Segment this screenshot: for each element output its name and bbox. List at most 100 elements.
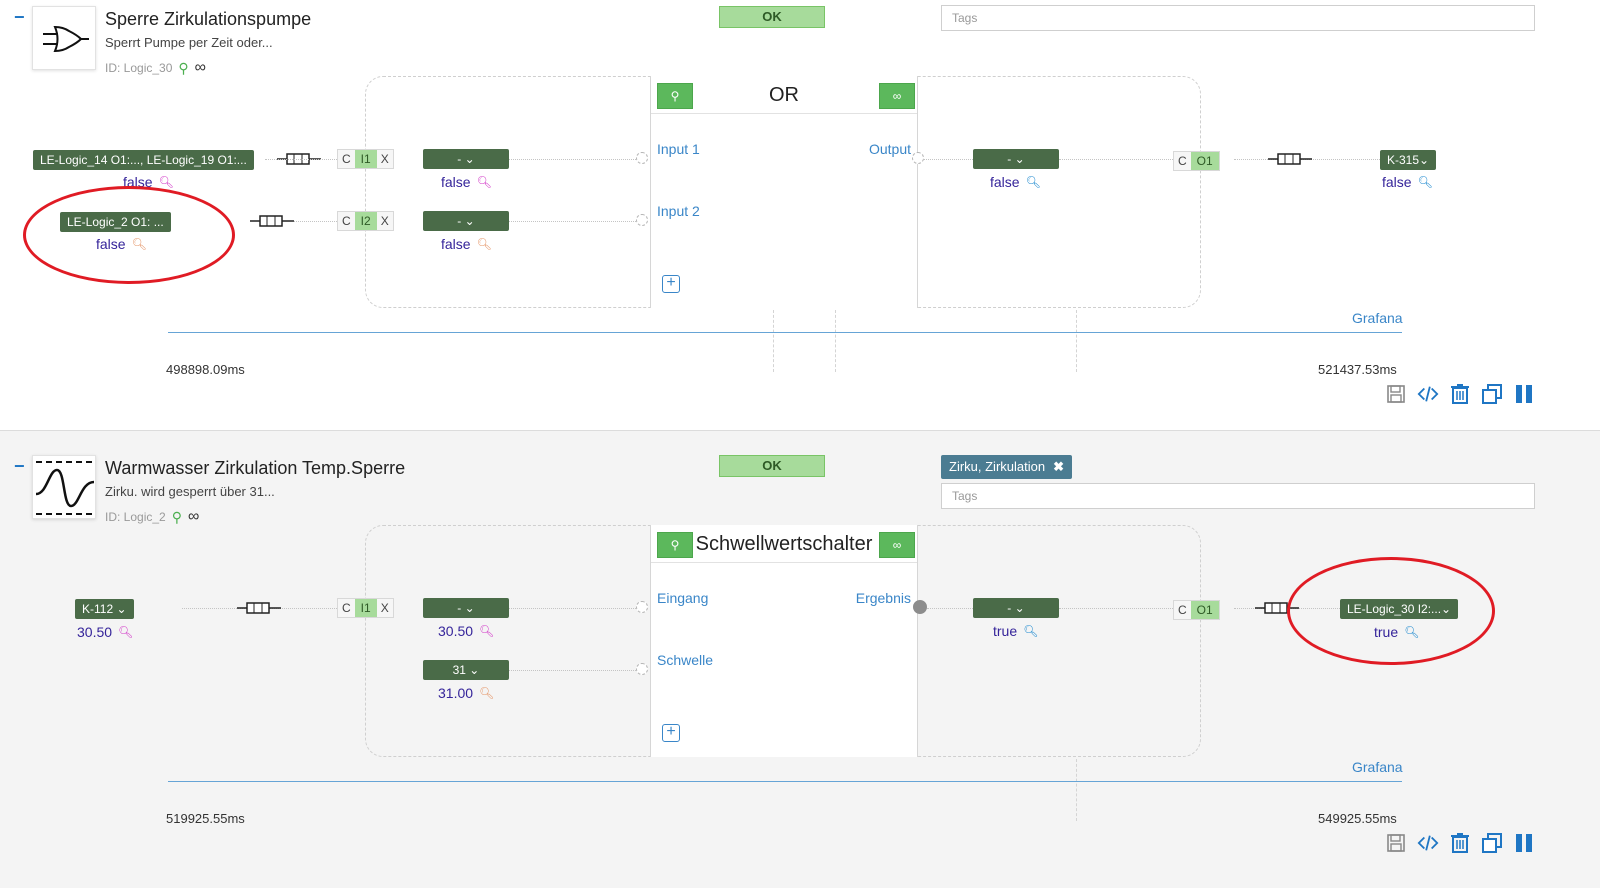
save-icon[interactable]: [1385, 383, 1407, 405]
input-mode-value-2: false 🔍︎: [441, 236, 492, 252]
code-icon[interactable]: [1417, 383, 1439, 405]
value-text: 30.50: [438, 623, 474, 639]
stethoscope-icon[interactable]: ⚲: [172, 509, 182, 526]
logic-core: ⚲ Schwellwertschalter ∞ Eingang Schwelle…: [650, 525, 918, 757]
save-icon[interactable]: [1385, 832, 1407, 854]
zoom-icon[interactable]: 🔍︎: [479, 686, 494, 700]
input-mode-select-1[interactable]: - ⌄: [423, 149, 509, 169]
output-port-label: O1: [1190, 152, 1219, 170]
grafana-link[interactable]: Grafana: [1352, 759, 1403, 775]
input-config-1[interactable]: C I1 X: [337, 598, 394, 618]
output-target-select[interactable]: K-315⌄: [1380, 150, 1437, 170]
output-mode-value: true 🔍︎: [993, 623, 1038, 639]
input-label-1: Input 1: [657, 141, 700, 157]
output-mode-value: false 🔍︎: [990, 174, 1041, 190]
output-config[interactable]: C O1: [1173, 151, 1220, 171]
pause-icon[interactable]: [1513, 383, 1535, 405]
collapse-button[interactable]: −: [14, 457, 25, 475]
add-input-button[interactable]: +: [662, 275, 680, 293]
zoom-icon[interactable]: 🔍︎: [477, 175, 492, 189]
output-config[interactable]: C O1: [1173, 600, 1220, 620]
input-source-select-1[interactable]: K-112 ⌄: [75, 599, 134, 619]
zoom-icon[interactable]: 🔍︎: [159, 175, 174, 189]
output-port[interactable]: [912, 152, 924, 164]
output-port[interactable]: [913, 600, 927, 614]
block-title: Warmwasser Zirkulation Temp.Sperre: [105, 458, 406, 478]
collapse-button[interactable]: −: [14, 8, 25, 26]
stethoscope-icon[interactable]: ⚲: [178, 60, 188, 77]
block-icon-box: [32, 6, 96, 70]
output-target-value: false 🔍︎: [1382, 174, 1433, 190]
tag-chip-label: Zirku, Zirkulation: [949, 459, 1046, 474]
input-prefix: C: [342, 601, 351, 615]
input-port-1[interactable]: [636, 152, 648, 164]
input-remove[interactable]: X: [377, 599, 393, 617]
loop-button[interactable]: ∞: [879, 532, 915, 558]
close-icon[interactable]: ✖: [1053, 459, 1064, 474]
input-mode-select-2[interactable]: - ⌄: [423, 211, 509, 231]
input-port-2[interactable]: [636, 214, 648, 226]
input-source-select-1[interactable]: LE-Logic_14 O1:..., LE-Logic_19 O1:...: [33, 150, 254, 170]
input-mode-value-1: false 🔍︎: [441, 174, 492, 190]
trash-icon[interactable]: [1449, 383, 1471, 405]
zoom-icon[interactable]: 🔍︎: [479, 624, 494, 638]
zoom-icon[interactable]: 🔍︎: [1418, 175, 1433, 189]
logic-type-title: Schwellwertschalter: [695, 533, 873, 555]
value-text: 30.50: [77, 624, 113, 640]
value-text: false: [441, 236, 471, 252]
input-port-2[interactable]: [636, 663, 648, 675]
zoom-icon[interactable]: 🔍︎: [477, 237, 492, 251]
threshold-icon: [35, 461, 95, 515]
block-id-label: ID: Logic_2: [105, 510, 166, 524]
input-config-1[interactable]: C I1 X: [337, 149, 394, 169]
input-remove[interactable]: X: [377, 150, 393, 168]
zoom-icon[interactable]: 🔍︎: [1023, 624, 1038, 638]
logic-core: ⚲ OR ∞ Input 1 Input 2 Output +: [650, 76, 918, 308]
input-mode-select-1[interactable]: - ⌄: [423, 598, 509, 618]
block-title: Sperre Zirkulationspumpe: [105, 9, 312, 29]
grafana-link[interactable]: Grafana: [1352, 310, 1403, 326]
copy-icon[interactable]: [1481, 383, 1503, 405]
connector-icon: [1268, 153, 1312, 165]
output-prefix: C: [1178, 154, 1187, 168]
infinity-icon[interactable]: ∞: [195, 59, 206, 77]
input-port-1[interactable]: [636, 601, 648, 613]
highlight-ellipse-target: [1287, 557, 1495, 665]
time-start: 498898.09ms: [166, 362, 245, 377]
loop-button[interactable]: ∞: [879, 83, 915, 109]
connector-icon: [250, 215, 294, 227]
tags-input[interactable]: Tags: [941, 483, 1535, 509]
input-remove[interactable]: X: [377, 212, 393, 230]
output-mode-select[interactable]: - ⌄: [973, 149, 1059, 169]
block-description: Sperrt Pumpe per Zeit oder...: [105, 35, 273, 50]
code-icon[interactable]: [1417, 832, 1439, 854]
add-input-button[interactable]: +: [662, 724, 680, 742]
block-description: Zirku. wird gesperrt über 31...: [105, 484, 275, 499]
block-id-label: ID: Logic_30: [105, 61, 173, 75]
status-badge: OK: [719, 6, 825, 28]
infinity-icon[interactable]: ∞: [188, 508, 199, 526]
connector-icon: [237, 602, 281, 614]
zoom-icon[interactable]: 🔍︎: [1026, 175, 1041, 189]
logic-type-title: OR: [769, 84, 799, 106]
output-label: Ergebnis: [855, 590, 911, 606]
tag-chip[interactable]: Zirku, Zirkulation ✖: [941, 455, 1072, 479]
value-text: false: [990, 174, 1020, 190]
input-port-label: I1: [354, 599, 377, 617]
output-mode-select[interactable]: - ⌄: [973, 598, 1059, 618]
time-end: 521437.53ms: [1318, 362, 1397, 377]
value-text: false: [1382, 174, 1412, 190]
copy-icon[interactable]: [1481, 832, 1503, 854]
block-toolbar: [1385, 832, 1535, 854]
threshold-select[interactable]: 31 ⌄: [423, 660, 509, 680]
value-text: false: [441, 174, 471, 190]
block-id: ID: Logic_2 ⚲ ∞: [105, 508, 199, 526]
pause-icon[interactable]: [1513, 832, 1535, 854]
status-badge: OK: [719, 455, 825, 477]
zoom-icon[interactable]: 🔍︎: [118, 625, 133, 639]
tags-input[interactable]: Tags: [941, 5, 1535, 31]
trash-icon[interactable]: [1449, 832, 1471, 854]
input-port-label: I2: [354, 212, 377, 230]
input-config-2[interactable]: C I2 X: [337, 211, 394, 231]
block-icon-box: [32, 455, 96, 519]
